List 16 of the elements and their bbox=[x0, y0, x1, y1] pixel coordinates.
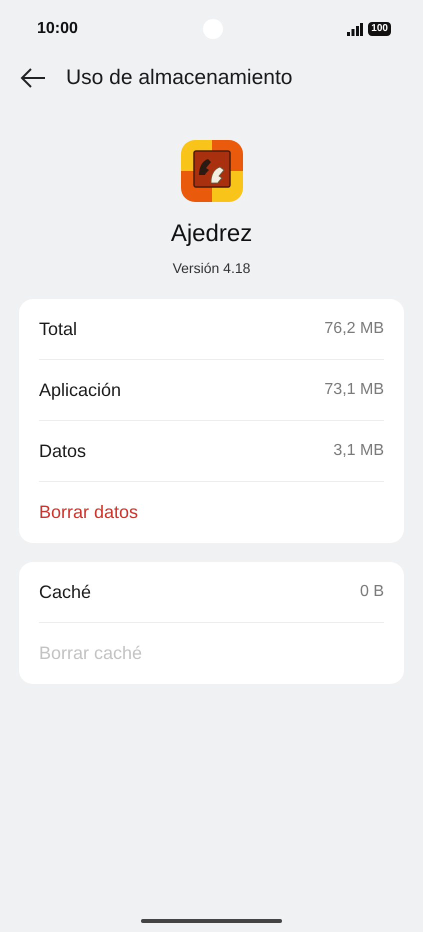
app-version: Versión 4.18 bbox=[172, 259, 250, 278]
action-link[interactable]: Borrar datos bbox=[39, 499, 138, 526]
row-label: Caché bbox=[39, 580, 92, 604]
page-title: Uso de almacenamiento bbox=[66, 65, 292, 92]
status-time: 10:00 bbox=[37, 19, 78, 39]
row-value: 73,1 MB bbox=[324, 380, 384, 400]
battery-level: 100 bbox=[368, 22, 391, 36]
app-name: Ajedrez bbox=[170, 219, 252, 249]
row-label: Datos bbox=[39, 440, 86, 462]
signal-icon bbox=[347, 22, 364, 36]
row-value: 76,2 MB bbox=[324, 319, 384, 339]
row-value: 3,1 MB bbox=[333, 441, 384, 461]
row-label: Aplicación bbox=[39, 378, 122, 402]
app-icon bbox=[180, 140, 242, 202]
row-label: Total bbox=[39, 318, 78, 340]
row-value: 0 B bbox=[360, 582, 384, 602]
